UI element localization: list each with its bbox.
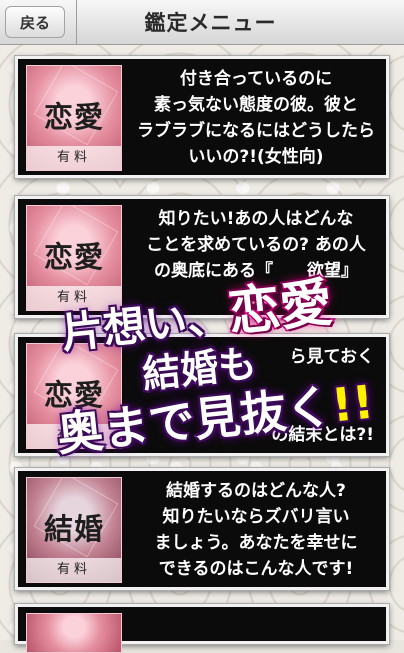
menu-item-partial[interactable] xyxy=(15,604,389,653)
promo-banner: 片想い、恋愛 結婚も 奥まで見抜く!! xyxy=(0,270,404,470)
menu-item-love-1[interactable]: 恋愛 有料 付き合っているのに 素っ気ない態度の彼。彼と ラブラブになるにはどう… xyxy=(15,56,389,178)
page-title: 鑑定メニュー xyxy=(144,11,277,35)
category-label: 結婚 xyxy=(43,512,104,546)
navigation-bar: 戻る 鑑定メニュー xyxy=(0,0,404,45)
price-label: 有料 xyxy=(27,558,121,582)
category-label: 恋愛 xyxy=(43,100,104,134)
menu-item-description: 付き合っているのに 素っ気ない態度の彼。彼と ラブラブになるにはどうしたら いい… xyxy=(137,69,375,167)
menu-item-description: 結婚するのはどんな人? 知りたいならズバリ言い ましょう。あなたを幸せに できる… xyxy=(154,481,358,579)
category-badge: 結婚 有料 xyxy=(26,477,122,583)
category-badge xyxy=(26,613,122,653)
price-label: 有料 xyxy=(27,146,121,170)
category-badge: 恋愛 有料 xyxy=(26,65,122,171)
menu-item-marriage[interactable]: 結婚 有料 結婚するのはどんな人? 知りたいならズバリ言い ましょう。あなたを幸… xyxy=(15,468,389,590)
back-button[interactable]: 戻る xyxy=(5,6,65,38)
